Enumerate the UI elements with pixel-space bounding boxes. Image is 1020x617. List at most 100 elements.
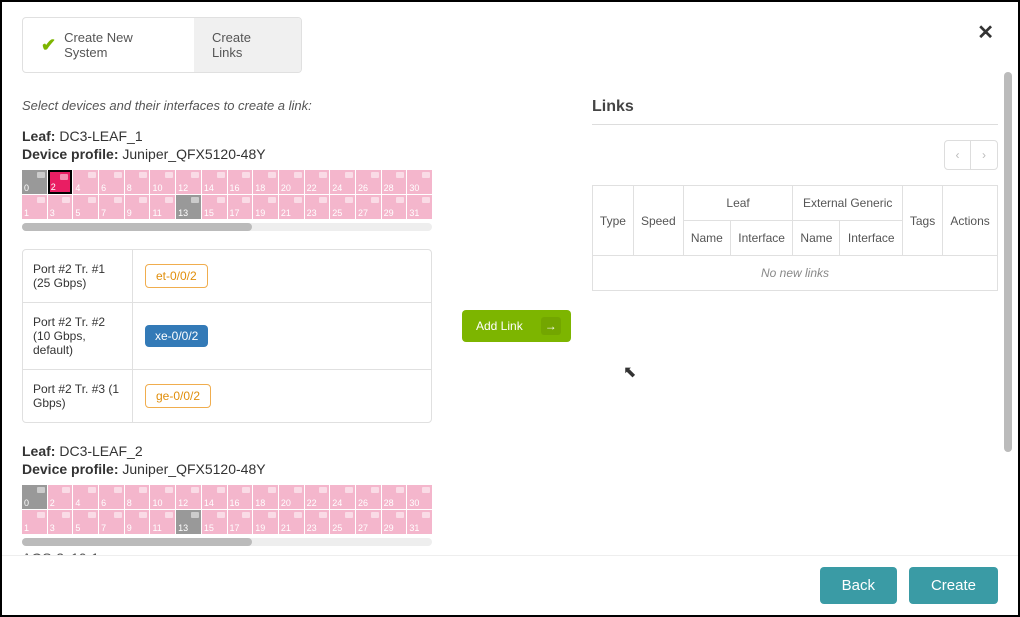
- add-link-button[interactable]: Add Link →: [462, 310, 571, 342]
- port-cell[interactable]: 18: [253, 170, 278, 194]
- port-cell[interactable]: 8: [125, 170, 150, 194]
- port-cell[interactable]: 18: [253, 485, 278, 509]
- port-detail-row: Port #2 Tr. #1 (25 Gbps)et-0/0/2: [23, 250, 431, 303]
- port-cell[interactable]: 12: [176, 170, 201, 194]
- port-cell[interactable]: 5: [73, 195, 98, 219]
- port-cell[interactable]: 19: [253, 195, 278, 219]
- modal-body: ✔ Create New System Create Links Select …: [2, 2, 1018, 557]
- port-cell[interactable]: 3: [48, 510, 73, 534]
- port-cell[interactable]: 2: [48, 170, 73, 194]
- port-cell[interactable]: 5: [73, 510, 98, 534]
- port-cell[interactable]: 11: [150, 195, 175, 219]
- port-cell[interactable]: 26: [356, 170, 381, 194]
- col-leaf: Leaf: [683, 186, 793, 221]
- check-icon: ✔: [41, 35, 56, 56]
- horizontal-scrollbar[interactable]: [22, 538, 432, 546]
- wizard-step-create-system[interactable]: ✔ Create New System: [23, 18, 194, 72]
- port-cell[interactable]: 16: [228, 170, 253, 194]
- interface-chip[interactable]: ge-0/0/2: [145, 384, 211, 408]
- port-cell[interactable]: 16: [228, 485, 253, 509]
- col-speed: Speed: [633, 186, 683, 256]
- port-cell[interactable]: 24: [330, 485, 355, 509]
- wizard-step-label: Create New System: [64, 30, 176, 60]
- port-cell[interactable]: 1: [22, 195, 47, 219]
- port-cell[interactable]: 15: [202, 195, 227, 219]
- port-cell[interactable]: 10: [150, 485, 175, 509]
- port-cell[interactable]: 23: [305, 195, 330, 219]
- port-detail-table: Port #2 Tr. #1 (25 Gbps)et-0/0/2 Port #2 …: [22, 249, 432, 423]
- add-link-label: Add Link: [476, 319, 523, 333]
- col-actions: Actions: [943, 186, 998, 256]
- port-cell[interactable]: 21: [279, 195, 304, 219]
- port-grid: 0246810121416182022242628301357911131517…: [22, 485, 432, 534]
- port-cell[interactable]: 27: [356, 510, 381, 534]
- port-cell[interactable]: 8: [125, 485, 150, 509]
- port-cell[interactable]: 26: [356, 485, 381, 509]
- port-cell[interactable]: 20: [279, 170, 304, 194]
- port-cell[interactable]: 19: [253, 510, 278, 534]
- port-cell[interactable]: 6: [99, 170, 124, 194]
- port-cell[interactable]: 27: [356, 195, 381, 219]
- horizontal-scrollbar[interactable]: [22, 223, 432, 231]
- pager-prev-button[interactable]: ‹: [945, 141, 971, 169]
- pager: ‹ ›: [592, 140, 998, 170]
- port-cell[interactable]: 21: [279, 510, 304, 534]
- back-button[interactable]: Back: [820, 567, 897, 604]
- links-heading: Links: [592, 98, 998, 116]
- create-button[interactable]: Create: [909, 567, 998, 604]
- port-cell[interactable]: 30: [407, 485, 432, 509]
- port-cell[interactable]: 6: [99, 485, 124, 509]
- col-external: External Generic: [793, 186, 903, 221]
- port-cell[interactable]: 20: [279, 485, 304, 509]
- port-cell[interactable]: 7: [99, 195, 124, 219]
- port-cell[interactable]: 31: [407, 195, 432, 219]
- col-ext-interface: Interface: [840, 221, 903, 256]
- interface-chip[interactable]: et-0/0/2: [145, 264, 208, 288]
- port-cell[interactable]: 25: [330, 510, 355, 534]
- port-cell[interactable]: 29: [382, 510, 407, 534]
- port-cell[interactable]: 29: [382, 195, 407, 219]
- vertical-scrollbar[interactable]: [1004, 72, 1012, 542]
- port-cell[interactable]: 0: [22, 170, 47, 194]
- port-cell[interactable]: 22: [305, 170, 330, 194]
- port-cell[interactable]: 1: [22, 510, 47, 534]
- port-cell[interactable]: 25: [330, 195, 355, 219]
- port-detail-value: xe-0/0/2: [133, 303, 431, 369]
- port-cell[interactable]: 7: [99, 510, 124, 534]
- port-cell[interactable]: 28: [382, 170, 407, 194]
- links-table: Type Speed Leaf External Generic Tags Ac…: [592, 185, 998, 291]
- port-cell[interactable]: 30: [407, 170, 432, 194]
- port-cell[interactable]: 3: [48, 195, 73, 219]
- port-detail-row: Port #2 Tr. #3 (1 Gbps)ge-0/0/2: [23, 370, 431, 422]
- close-icon[interactable]: ✕: [977, 20, 994, 45]
- port-cell[interactable]: 23: [305, 510, 330, 534]
- pager-next-button[interactable]: ›: [971, 141, 997, 169]
- leaf-label: Leaf: DC3-LEAF_1: [22, 128, 562, 144]
- port-cell[interactable]: 4: [73, 170, 98, 194]
- interface-chip[interactable]: xe-0/0/2: [145, 325, 208, 347]
- port-detail-value: et-0/0/2: [133, 250, 431, 302]
- port-cell[interactable]: 12: [176, 485, 201, 509]
- port-cell[interactable]: 17: [228, 510, 253, 534]
- wizard-step-create-links[interactable]: Create Links: [194, 18, 301, 72]
- port-cell[interactable]: 4: [73, 485, 98, 509]
- port-cell[interactable]: 15: [202, 510, 227, 534]
- port-cell[interactable]: 9: [125, 510, 150, 534]
- port-cell[interactable]: 10: [150, 170, 175, 194]
- port-cell[interactable]: 24: [330, 170, 355, 194]
- col-type: Type: [593, 186, 634, 256]
- port-cell[interactable]: 14: [202, 170, 227, 194]
- port-cell[interactable]: 17: [228, 195, 253, 219]
- port-grid: 0246810121416182022242628301357911131517…: [22, 170, 432, 219]
- port-cell[interactable]: 14: [202, 485, 227, 509]
- port-cell[interactable]: 13: [176, 195, 201, 219]
- port-cell[interactable]: 2: [48, 485, 73, 509]
- port-cell[interactable]: 11: [150, 510, 175, 534]
- col-leaf-interface: Interface: [730, 221, 793, 256]
- port-cell[interactable]: 31: [407, 510, 432, 534]
- port-cell[interactable]: 9: [125, 195, 150, 219]
- port-cell[interactable]: 0: [22, 485, 47, 509]
- port-cell[interactable]: 22: [305, 485, 330, 509]
- port-cell[interactable]: 13: [176, 510, 201, 534]
- port-cell[interactable]: 28: [382, 485, 407, 509]
